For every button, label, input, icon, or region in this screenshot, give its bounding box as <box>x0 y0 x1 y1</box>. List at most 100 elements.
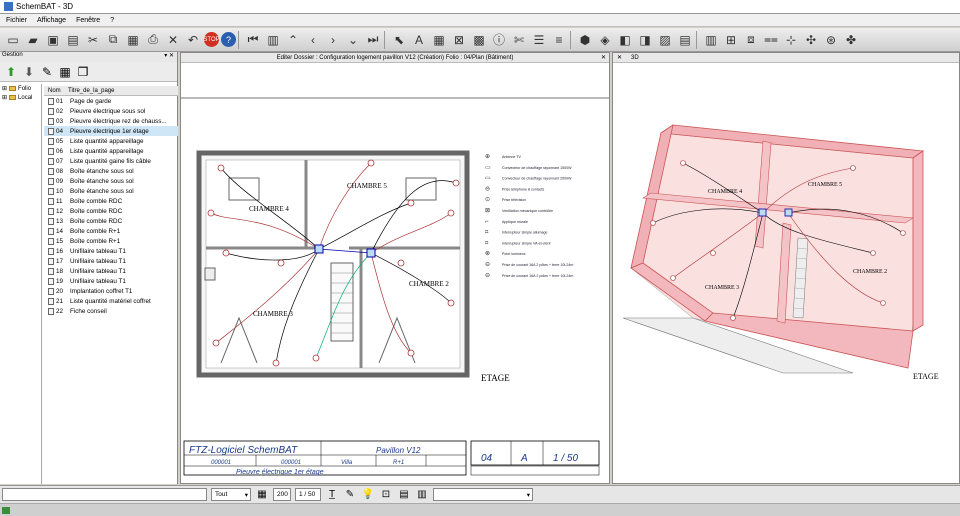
list-item[interactable]: 17 Unifilaire tableau T1 <box>44 256 178 266</box>
help-icon[interactable]: ? <box>221 32 236 47</box>
rename-icon[interactable]: ✎ <box>40 65 54 79</box>
last-page-icon[interactable]: ⏭ <box>364 31 382 49</box>
view3d-tab[interactable]: ✕ 3D <box>613 53 959 63</box>
pen-icon[interactable]: ✎ <box>343 488 357 502</box>
down-icon[interactable]: ⌄ <box>344 31 362 49</box>
text-tool-icon[interactable]: A <box>410 31 428 49</box>
component-icon[interactable]: ⊞ <box>722 31 740 49</box>
list-item[interactable]: 01 Page de garde <box>44 96 178 106</box>
layer-select[interactable]: Tout ▾ <box>211 488 251 501</box>
first-page-icon[interactable]: ⏮ <box>244 31 262 49</box>
style-select[interactable]: ▾ <box>433 488 533 501</box>
menu-fenetre[interactable]: Fenêtre <box>76 17 100 24</box>
list-item[interactable]: 21 Liste quantité matériel coffret <box>44 296 178 306</box>
stop-icon[interactable]: STOP <box>203 32 220 47</box>
list-icon[interactable]: ▥ <box>702 31 720 49</box>
list-item[interactable]: 15 Boîte comble R+1 <box>44 236 178 246</box>
list-item[interactable]: 07 Liste quantité gaine fils câble <box>44 156 178 166</box>
menu-affichage[interactable]: Affichage <box>37 17 66 24</box>
snap-icon[interactable]: ⊡ <box>379 488 393 502</box>
cube-icon[interactable]: ⬢ <box>576 31 594 49</box>
list-item[interactable]: 02 Pieuvre électrique sous sol <box>44 106 178 116</box>
list-item[interactable]: 06 Liste quantité appareillage <box>44 146 178 156</box>
list-item[interactable]: 13 Boîte comble RDC <box>44 216 178 226</box>
arrow-up-icon[interactable]: ⬆ <box>4 65 18 79</box>
command-field[interactable] <box>2 488 207 501</box>
list-item[interactable]: 09 Boîte étanche sous sol <box>44 176 178 186</box>
close-icon[interactable]: ✕ <box>617 54 622 61</box>
pointer-icon[interactable]: ⬉ <box>390 31 408 49</box>
table-icon[interactable]: ▦ <box>58 65 72 79</box>
list-item[interactable]: 16 Unifilaire tableau T1 <box>44 246 178 256</box>
wall-icon[interactable]: ▨ <box>656 31 674 49</box>
prev-icon[interactable]: ‹ <box>304 31 322 49</box>
network3-icon[interactable]: ⊛ <box>822 31 840 49</box>
box-side-icon[interactable]: ◨ <box>636 31 654 49</box>
list-item[interactable]: 20 Implantation coffret T1 <box>44 286 178 296</box>
up-icon[interactable]: ⌃ <box>284 31 302 49</box>
arrow-down-icon[interactable]: ⬇ <box>22 65 36 79</box>
list-item[interactable]: 05 Liste quantité appareillage <box>44 136 178 146</box>
floor-plan-canvas[interactable]: CHAMBRE 4 CHAMBRE 5 CHAMBRE 2 CHAMBRE 3 … <box>181 63 609 483</box>
network2-icon[interactable]: ✣ <box>802 31 820 49</box>
list-item[interactable]: 18 Unifilaire tableau T1 <box>44 266 178 276</box>
network4-icon[interactable]: ✤ <box>842 31 860 49</box>
bulb-icon[interactable]: 💡 <box>361 488 375 502</box>
layers-icon[interactable]: ⧈ <box>742 31 760 49</box>
list-item[interactable]: 10 Boîte étanche sous sol <box>44 186 178 196</box>
network-icon[interactable]: ⊹ <box>782 31 800 49</box>
lines-icon[interactable]: ≡ <box>550 31 568 49</box>
chevron-down-icon[interactable]: ▾ <box>527 491 532 499</box>
delete-icon[interactable]: ✕ <box>164 31 182 49</box>
layers-icon[interactable]: ▤ <box>397 488 411 502</box>
floor-icon[interactable]: ▤ <box>676 31 694 49</box>
zoom-field[interactable]: 200 <box>273 488 291 501</box>
cut-icon[interactable]: ✂ <box>84 31 102 49</box>
list-item[interactable]: 08 Boîte étanche sous sol <box>44 166 178 176</box>
pages-icon[interactable]: ❐ <box>76 65 90 79</box>
page-title: Unifilaire tableau T1 <box>70 277 126 285</box>
info-icon[interactable]: ⓘ <box>490 31 508 49</box>
menu-help[interactable]: ? <box>110 17 114 24</box>
panel-pin-icon[interactable]: ▾ ✕ <box>164 52 174 62</box>
hatch-icon[interactable]: ▩ <box>470 31 488 49</box>
equals-icon[interactable]: ⩵ <box>762 31 780 49</box>
list-item[interactable]: 19 Unifilaire tableau T1 <box>44 276 178 286</box>
list-item[interactable]: 03 Pieuvre électrique rez de chauss... <box>44 116 178 126</box>
cross-grid-icon[interactable]: ⊠ <box>450 31 468 49</box>
tree-item-folio[interactable]: ⊞ Folio <box>0 84 41 93</box>
text-style-icon[interactable]: T̲ <box>325 488 339 502</box>
save-all-icon[interactable]: ▤ <box>64 31 82 49</box>
close-icon[interactable]: ✕ <box>601 54 606 61</box>
box-front-icon[interactable]: ◧ <box>616 31 634 49</box>
grid-toggle-icon[interactable]: ▦ <box>255 488 269 502</box>
menu-fichier[interactable]: Fichier <box>6 17 27 24</box>
next-icon[interactable]: › <box>324 31 342 49</box>
pages-icon[interactable]: ▥ <box>264 31 282 49</box>
list-item[interactable]: 12 Boîte comble RDC <box>44 206 178 216</box>
open-folder-icon[interactable]: ▰ <box>24 31 42 49</box>
copy-icon[interactable]: ⧉ <box>104 31 122 49</box>
box-icon[interactable]: ◈ <box>596 31 614 49</box>
align-icon[interactable]: ☰ <box>530 31 548 49</box>
chevron-down-icon[interactable]: ▾ <box>245 491 250 499</box>
list-item[interactable]: 11 Boîte comble RDC <box>44 196 178 206</box>
scissors-icon[interactable]: ✄ <box>510 31 528 49</box>
3d-canvas[interactable]: CHAMBRE 4 CHAMBRE 5 CHAMBRE 3 CHAMBRE 2 … <box>613 63 959 483</box>
grid-icon[interactable]: ▦ <box>430 31 448 49</box>
list-item[interactable]: 04 Pieuvre électrique 1er étage <box>44 126 178 136</box>
expand-icon[interactable]: ⊞ <box>2 94 7 101</box>
undo-icon[interactable]: ↶ <box>184 31 202 49</box>
expand-icon[interactable]: ⊞ <box>2 85 7 92</box>
list-item[interactable]: 22 Fiche conseil <box>44 306 178 316</box>
print-icon[interactable]: ⎙ <box>144 31 162 49</box>
tree-item-local[interactable]: ⊞ Local <box>0 93 41 102</box>
save-icon[interactable]: ▣ <box>44 31 62 49</box>
paste-icon[interactable]: ▦ <box>124 31 142 49</box>
new-icon[interactable]: ▭ <box>4 31 22 49</box>
column-nom[interactable]: Nom <box>44 88 68 94</box>
list-item[interactable]: 14 Boîte comble R+1 <box>44 226 178 236</box>
layers2-icon[interactable]: ▥ <box>415 488 429 502</box>
column-titre[interactable]: Titre_de_la_page <box>68 88 114 94</box>
editor-tab[interactable]: Editer Dossier : Configuration logement … <box>181 53 609 63</box>
